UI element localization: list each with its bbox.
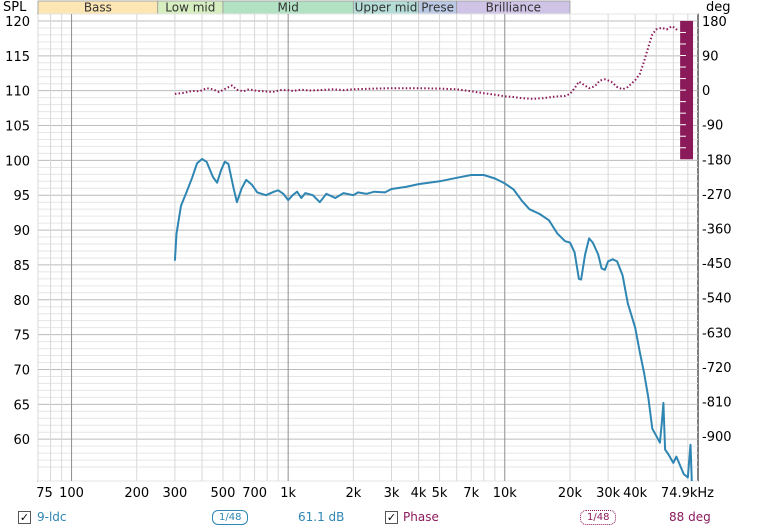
right-axis-label: deg <box>706 0 731 15</box>
left-axis-ticks: 120 115 110 105 100 95 90 85 80 75 70 65 60 <box>5 15 30 448</box>
right-tick-label: -900 <box>702 430 732 445</box>
band-label-3: Upper mid <box>355 1 418 15</box>
left-tick-label: 70 <box>13 363 30 378</box>
x-tick-label: 100 <box>59 486 84 501</box>
band-label-4: Prese <box>421 1 454 15</box>
band-label-0: Bass <box>84 1 112 15</box>
x-tick-label: 500 <box>211 486 236 501</box>
series-2-readout: 88 deg <box>669 510 711 524</box>
x-axis-ticks: 75 100 200 300 500 700 1k 2k 3k 4k 5k 7k 10k 20k 30k 40… <box>36 486 714 501</box>
right-tick-label: -360 <box>702 222 732 237</box>
left-tick-label: 100 <box>5 154 30 169</box>
left-tick-label: 115 <box>5 50 30 65</box>
left-tick-label: 95 <box>13 189 30 204</box>
band-label-2: Mid <box>278 1 299 15</box>
left-tick-label: 110 <box>5 85 30 100</box>
series-1-name: 9-ldc <box>37 510 67 524</box>
x-tick-label: 10k <box>493 486 518 501</box>
x-tick-label: 20k <box>558 486 583 501</box>
right-tick-label: -540 <box>702 292 732 307</box>
x-tick-label: 1k <box>280 486 296 501</box>
right-axis-ticks: 180 90 0 -90 -180 -270 -360 -450 -540 -630 -720 -81… <box>702 15 732 445</box>
series-1-smoothing-button[interactable]: 1/48 <box>212 510 249 525</box>
x-tick-label: 2k <box>345 486 361 501</box>
x-tick-label: 74.9kHz <box>661 486 714 501</box>
band-label-1: Low mid <box>165 1 215 15</box>
right-tick-label: 180 <box>702 15 727 30</box>
x-tick-label: 40k <box>623 486 648 501</box>
series-1-readout: 61.1 dB <box>298 510 345 524</box>
series-2-smoothing-button[interactable]: 1/48 <box>580 510 617 525</box>
left-tick-label: 75 <box>13 329 30 344</box>
left-tick-label: 60 <box>13 433 30 448</box>
x-tick-label: 700 <box>242 486 267 501</box>
frequency-response-chart: Bass Low mid Mid Upper mid Prese Brilliance 1… <box>3 0 732 501</box>
frequency-band-bar: Bass Low mid Mid Upper mid Prese Brilliance <box>37 1 571 15</box>
x-tick-label: 75 <box>36 486 53 501</box>
series-1-checkbox[interactable]: ✓ <box>18 511 31 524</box>
left-tick-label: 90 <box>13 224 30 239</box>
right-tick-label: -720 <box>702 361 732 376</box>
right-tick-label: 90 <box>702 50 719 65</box>
left-tick-label: 105 <box>5 120 30 135</box>
x-tick-label: 30k <box>596 486 621 501</box>
series-2-name: Phase <box>403 510 439 524</box>
x-tick-label: 7k <box>463 486 479 501</box>
left-tick-label: 80 <box>13 294 30 309</box>
right-tick-label: -180 <box>702 153 732 168</box>
left-tick-label: 85 <box>13 259 30 274</box>
phase-wrap-bars <box>680 20 694 160</box>
x-tick-label: 200 <box>124 486 149 501</box>
left-axis-label: SPL <box>3 0 27 15</box>
right-tick-label: -270 <box>702 188 732 203</box>
right-tick-label: -450 <box>702 257 732 272</box>
band-label-5: Brilliance <box>486 1 541 15</box>
right-tick-label: 0 <box>702 84 710 99</box>
x-tick-label: 5k <box>432 486 448 501</box>
x-tick-label: 3k <box>384 486 400 501</box>
x-tick-label: 300 <box>162 486 187 501</box>
x-tick-label: 4k <box>411 486 427 501</box>
left-tick-label: 120 <box>5 15 30 30</box>
right-tick-label: -810 <box>702 395 732 410</box>
legend: ✓ 9-ldc 1/48 61.1 dB ✓ Phase 1/48 88 deg <box>0 506 760 530</box>
right-tick-label: -90 <box>702 119 723 134</box>
left-tick-label: 65 <box>13 398 30 413</box>
right-tick-label: -630 <box>702 326 732 341</box>
series-2-checkbox[interactable]: ✓ <box>385 511 398 524</box>
